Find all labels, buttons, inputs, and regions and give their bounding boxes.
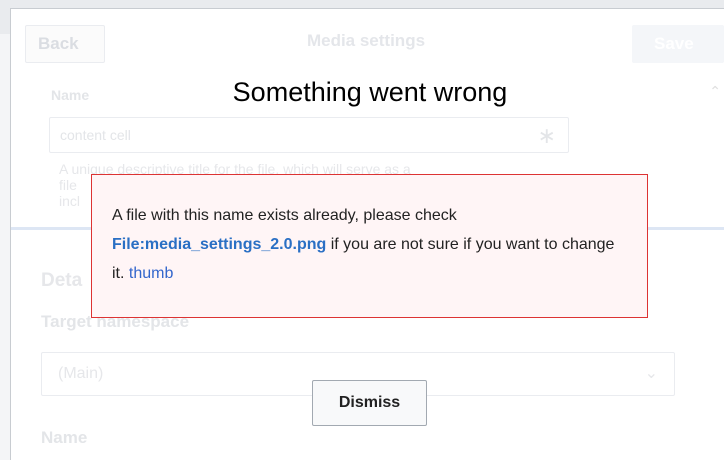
- file-link[interactable]: File:media_settings_2.0.png: [112, 236, 326, 253]
- save-button[interactable]: Save: [632, 25, 724, 63]
- asterisk-icon: ∗: [537, 123, 556, 148]
- error-title: Something went wrong: [232, 77, 508, 107]
- target-namespace-value: (Main): [58, 365, 104, 382]
- details-heading: Deta: [41, 270, 83, 291]
- background-sliver: [0, 34, 10, 460]
- name-input[interactable]: content cell ∗: [49, 117, 569, 153]
- chevron-up-icon[interactable]: ⌃: [709, 83, 721, 100]
- dialog-header: Back Media settings Save: [11, 9, 724, 76]
- details-name-label: Name: [41, 428, 88, 447]
- name-label: Name: [51, 87, 90, 103]
- dismiss-button[interactable]: Dismiss: [312, 380, 427, 426]
- name-input-value: content cell: [60, 127, 131, 143]
- back-button[interactable]: Back: [25, 25, 105, 63]
- error-text: A file with this name exists already, pl…: [112, 207, 457, 224]
- thumb-link[interactable]: thumb: [129, 265, 173, 282]
- dialog-title: Media settings: [306, 31, 426, 50]
- chevron-down-icon: ⌄: [644, 365, 658, 382]
- error-message-box: A file with this name exists already, pl…: [91, 174, 648, 318]
